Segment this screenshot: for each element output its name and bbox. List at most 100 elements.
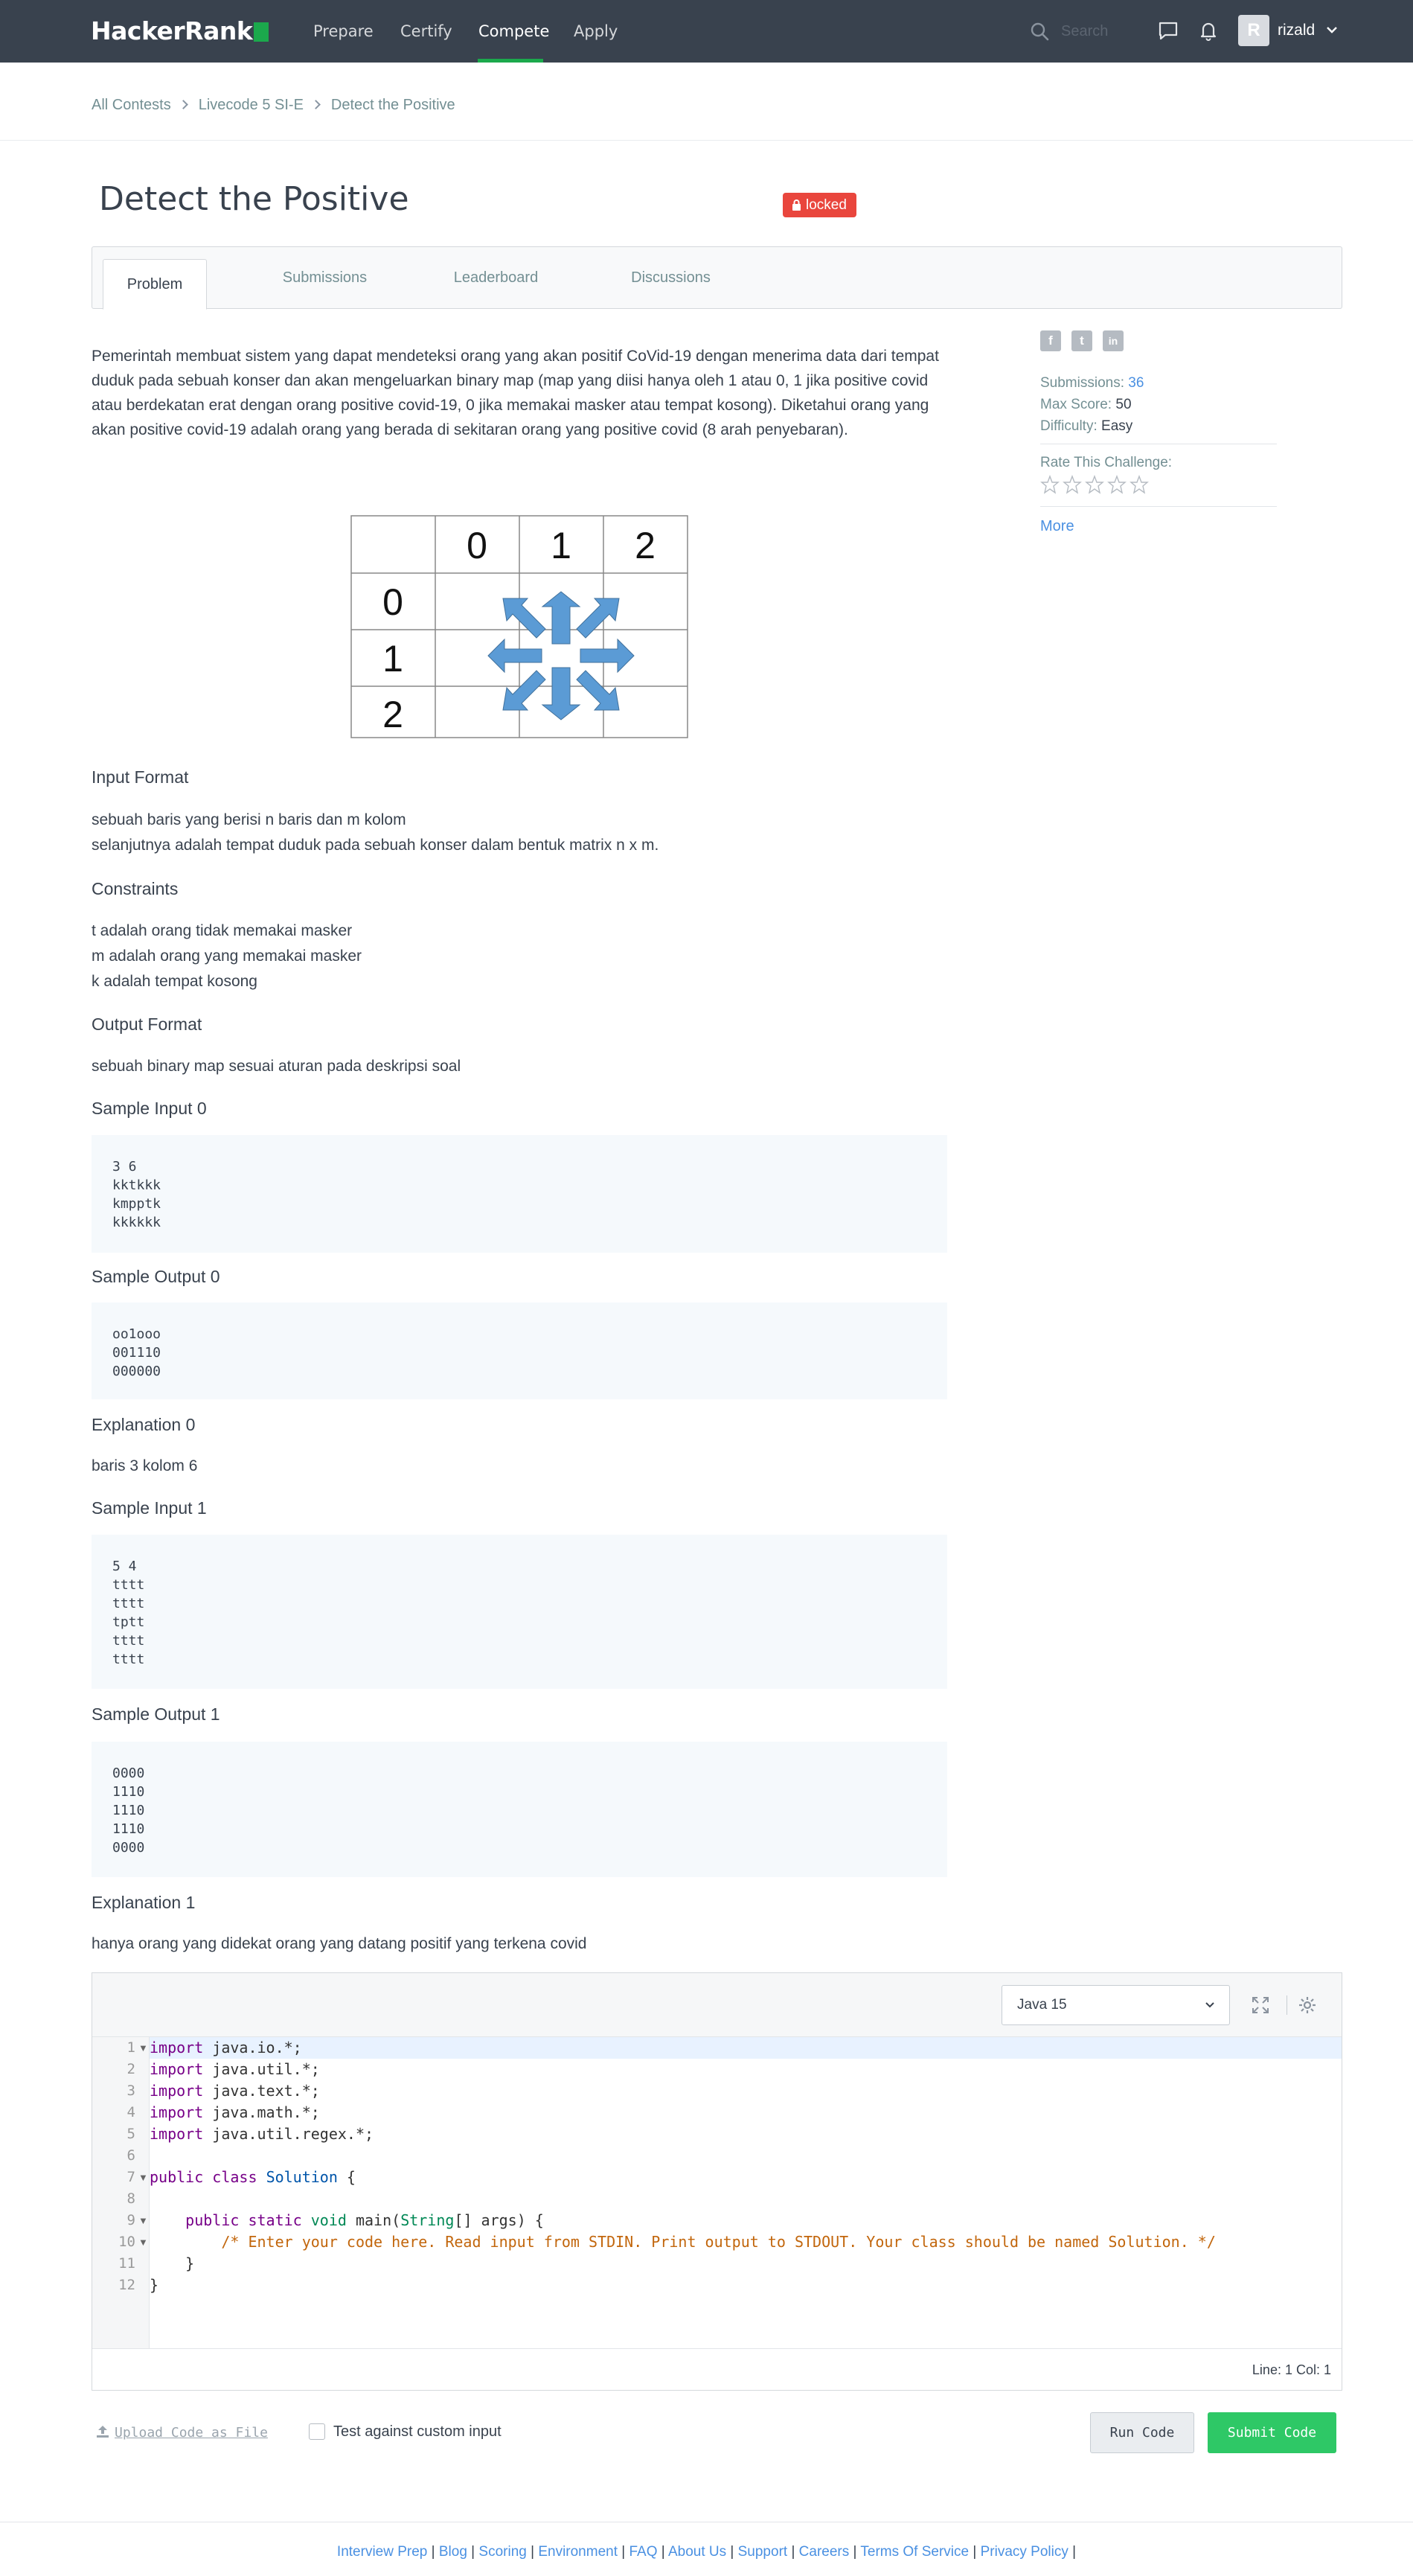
fold-arrow-icon[interactable]: ▼ [138, 2210, 148, 2231]
grid-col-header-1: 1 [551, 525, 571, 566]
user-avatar[interactable]: R [1238, 15, 1269, 46]
lock-icon [792, 199, 801, 211]
grid-row-header-0: 0 [382, 581, 403, 623]
explanation-1-title: Explanation 1 [92, 1893, 196, 1912]
custom-input-checkbox[interactable] [309, 2423, 325, 2440]
star-icon[interactable] [1130, 475, 1149, 494]
code-line: import java.util.regex.*; [150, 2125, 374, 2143]
fold-arrow-icon[interactable]: ▼ [138, 2231, 148, 2253]
notifications-bell-icon[interactable] [1197, 19, 1220, 42]
search-input[interactable] [1061, 19, 1143, 43]
sample-output-0-title: Sample Output 0 [92, 1267, 220, 1286]
nav-item-apply[interactable]: Apply [574, 0, 618, 63]
logo-mark-icon [254, 22, 269, 42]
code-line: import java.math.*; [150, 2103, 320, 2121]
line-number: 10 [118, 2234, 135, 2250]
hackerrank-logo[interactable]: HackerRank [91, 16, 269, 46]
more-link[interactable]: More [1040, 516, 1074, 537]
linkedin-share-icon[interactable]: in [1103, 330, 1124, 351]
fold-arrow-icon[interactable]: ▼ [138, 2037, 148, 2059]
spread-arrows-icon [487, 591, 635, 720]
input-format-title: Input Format [92, 767, 189, 787]
upload-code-link[interactable]: Upload Code as File [95, 2423, 268, 2444]
line-number: 2 [126, 2061, 135, 2077]
star-icon[interactable] [1063, 475, 1082, 494]
username[interactable]: rizald [1278, 19, 1315, 42]
star-icon[interactable] [1085, 475, 1104, 494]
footer-link-terms[interactable]: Terms Of Service [860, 2544, 969, 2560]
code-line: import java.util.*; [150, 2060, 320, 2078]
explanation-0-text: baris 3 kolom 6 [92, 1457, 198, 1474]
nav-item-prepare[interactable]: Prepare [313, 0, 374, 63]
input-format-line-1: sebuah baris yang berisi n baris dan m k… [92, 811, 406, 828]
star-icon[interactable] [1040, 475, 1060, 494]
custom-input-label[interactable]: Test against custom input [333, 2420, 502, 2443]
breadcrumb-all-contests[interactable]: All Contests [92, 95, 171, 115]
sample-output-0: oo1ooo 001110 000000 [92, 1303, 947, 1399]
run-code-button[interactable]: Run Code [1090, 2412, 1194, 2453]
language-select[interactable]: Java 15 [1002, 1985, 1230, 2025]
input-format-line-2: selanjutnya adalah tempat duduk pada seb… [92, 837, 659, 854]
messages-icon[interactable] [1157, 19, 1179, 42]
tab-submissions[interactable]: Submissions [263, 247, 386, 308]
grid-row-header-2: 2 [382, 694, 403, 735]
submissions-stat: Submissions: 36 [1040, 375, 1144, 391]
star-icon[interactable] [1107, 475, 1127, 494]
difficulty-stat: Difficulty: Easy [1040, 418, 1133, 434]
constraint-item: t adalah orang tidak memakai masker [92, 922, 353, 939]
fold-arrow-icon[interactable]: ▼ [138, 2167, 148, 2188]
constraints-title: Constraints [92, 879, 179, 898]
rate-challenge-label: Rate This Challenge: [1040, 455, 1173, 470]
footer-link-environment[interactable]: Environment [538, 2544, 618, 2560]
cursor-position: Line: 1 Col: 1 [1252, 2362, 1331, 2377]
nav-search [1030, 19, 1143, 43]
problem-statement: Pemerintah membuat sistem yang dapat men… [92, 344, 947, 1952]
tab-leaderboard[interactable]: Leaderboard [435, 247, 557, 308]
code-line: public static void main(String[] args) { [185, 2211, 544, 2229]
footer-link-scoring[interactable]: Scoring [478, 2544, 526, 2560]
locked-status-badge: locked [783, 193, 856, 217]
line-number-gutter: 1 2 3 4 5 6 7 8 9 10 11 12 ▼ ▼ ▼ ▼ [92, 2037, 150, 2348]
chevron-down-icon[interactable] [1326, 25, 1338, 34]
constraint-item: m adalah orang yang memakai masker [92, 947, 362, 965]
footer-link-blog[interactable]: Blog [439, 2544, 467, 2560]
breadcrumb-contest[interactable]: Livecode 5 SI-E [199, 95, 304, 115]
upload-icon [97, 2426, 109, 2438]
footer-link-support[interactable]: Support [738, 2544, 788, 2560]
line-number: 12 [118, 2277, 135, 2293]
submissions-count-link[interactable]: 36 [1128, 375, 1144, 391]
footer-links: Interview Prep | Blog | Scoring | Enviro… [336, 2544, 1077, 2560]
chevron-right-icon [178, 100, 188, 110]
grid-col-header-0: 0 [467, 525, 487, 566]
facebook-share-icon[interactable]: f [1040, 330, 1061, 351]
active-nav-indicator [478, 59, 543, 63]
sample-output-1-title: Sample Output 1 [92, 1704, 220, 1724]
sample-input-1-title: Sample Input 1 [92, 1498, 207, 1518]
tab-problem[interactable]: Problem [103, 259, 207, 310]
fullscreen-icon[interactable] [1251, 1995, 1270, 2015]
output-format-title: Output Format [92, 1014, 202, 1034]
sample-input-0: 3 6 kktkkk kmpptk kkkkkk [92, 1135, 947, 1253]
header-divider [0, 140, 1413, 141]
line-number: 5 [126, 2126, 135, 2142]
submit-code-button[interactable]: Submit Code [1208, 2412, 1336, 2453]
twitter-share-icon[interactable]: t [1071, 330, 1092, 351]
footer-link-faq[interactable]: FAQ [629, 2544, 658, 2560]
nav-item-compete[interactable]: Compete [478, 0, 549, 63]
nav-item-certify[interactable]: Certify [400, 0, 452, 63]
editor-status-bar: Line: 1 Col: 1 [92, 2348, 1342, 2390]
footer-link-careers[interactable]: Careers [799, 2544, 850, 2560]
code-editor: Java 15 1 2 3 4 5 6 7 8 9 10 11 12 ▼ ▼ ▼… [92, 1972, 1342, 2391]
tab-discussions[interactable]: Discussions [606, 247, 736, 308]
footer-link-privacy[interactable]: Privacy Policy [981, 2544, 1068, 2560]
sample-output-1: 0000 1110 1110 1110 0000 [92, 1742, 947, 1877]
grid-diagram: 0 1 2 0 1 2 [350, 515, 688, 738]
settings-gear-icon[interactable] [1298, 1995, 1317, 2015]
footer-link-about-us[interactable]: About Us [668, 2544, 726, 2560]
code-input-area[interactable]: import java.io.*; import java.util.*; im… [150, 2037, 1342, 2348]
line-number: 11 [118, 2255, 135, 2272]
page-title: Detect the Positive [99, 180, 409, 218]
footer-link-interview-prep[interactable]: Interview Prep [337, 2544, 427, 2560]
grid-col-header-2: 2 [635, 525, 656, 566]
